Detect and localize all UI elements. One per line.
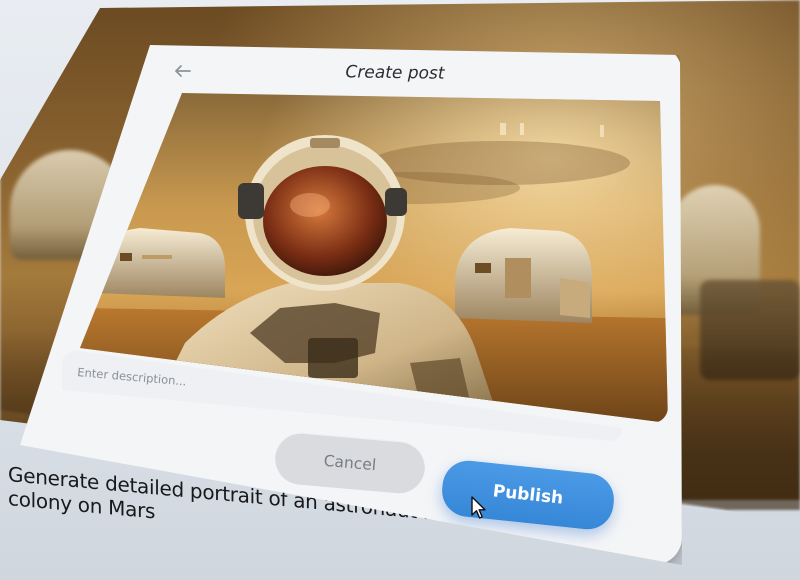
cancel-button[interactable]: Cancel	[273, 430, 427, 496]
mouse-cursor-icon	[471, 496, 487, 520]
back-arrow-icon[interactable]	[172, 63, 194, 79]
dialog-title: Create post	[345, 62, 445, 84]
publish-button[interactable]: Publish	[439, 458, 617, 532]
